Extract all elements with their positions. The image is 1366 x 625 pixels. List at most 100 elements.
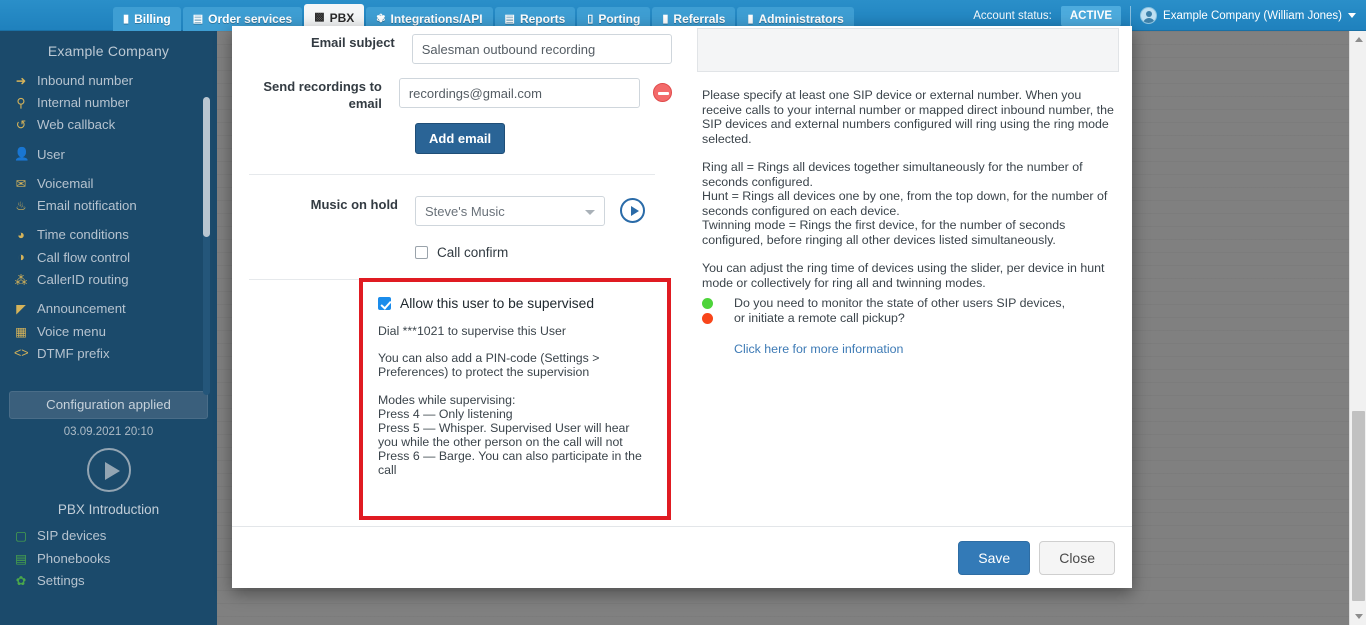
user-menu[interactable]: Example Company (William Jones) bbox=[1140, 7, 1356, 24]
sidebar-item-label: Time conditions bbox=[37, 227, 129, 243]
supervision-modes-heading: Modes while supervising: bbox=[378, 393, 516, 407]
page-scrollbar[interactable] bbox=[1349, 31, 1366, 625]
tab-label: Order services bbox=[208, 12, 293, 26]
call-confirm-group: Call confirm bbox=[415, 245, 508, 260]
supervision-mode-5: Press 5 — Whisper. Supervised User will … bbox=[378, 421, 630, 449]
sidebar-item-dtmf-prefix[interactable]: <> DTMF prefix bbox=[14, 342, 217, 364]
account-status-label: Account status: bbox=[973, 9, 1052, 22]
info-paragraph-2-line1: Ring all = Rings all devices together si… bbox=[702, 160, 1083, 189]
user-name-label: Example Company (William Jones) bbox=[1163, 9, 1342, 22]
call-confirm-row: Call confirm bbox=[232, 226, 672, 260]
status-badge: ACTIVE bbox=[1060, 5, 1122, 26]
remove-email-icon[interactable] bbox=[653, 83, 672, 102]
user-icon: 👤 bbox=[14, 146, 30, 161]
configuration-applied-button[interactable]: Configuration applied bbox=[9, 390, 208, 419]
avatar bbox=[1140, 7, 1158, 24]
send-recordings-email-input[interactable] bbox=[398, 78, 640, 108]
scroll-down-arrow[interactable] bbox=[1350, 608, 1366, 625]
bell-icon: ♨ bbox=[15, 199, 27, 214]
sidebar-item-callerid-routing[interactable]: ⁂ CallerID routing bbox=[14, 268, 217, 290]
play-video-button[interactable] bbox=[86, 447, 131, 492]
dialog-footer: Save Close bbox=[232, 526, 1132, 588]
chevron-up-icon bbox=[1354, 37, 1363, 42]
sidebar-item-label: Settings bbox=[37, 572, 85, 588]
monitor-line-2: or initiate a remote call pickup? bbox=[734, 310, 905, 325]
person-icon: ▮ bbox=[747, 12, 754, 25]
sidebar-item-label: Web callback bbox=[37, 117, 116, 133]
sidebar-scrollbar[interactable] bbox=[203, 97, 210, 395]
sidebar-item-sip-devices[interactable]: ▢ SIP devices bbox=[14, 525, 217, 547]
divider bbox=[1130, 5, 1132, 26]
book-icon: ▤ bbox=[15, 551, 27, 566]
tab-label: Billing bbox=[134, 12, 171, 26]
add-email-button[interactable]: Add email bbox=[415, 123, 506, 154]
sidebar-item-label: Call flow control bbox=[37, 249, 131, 265]
cart-icon: ▤ bbox=[192, 12, 204, 25]
supervision-mode-6: Press 6 — Barge. You can also participat… bbox=[378, 449, 642, 477]
user-settings-dialog: Email subject Send recordings to email A… bbox=[232, 26, 1132, 588]
report-icon: ▤ bbox=[504, 12, 515, 25]
tab-label: PBX bbox=[329, 10, 355, 25]
send-recordings-label: Send recordings to email bbox=[232, 78, 399, 112]
add-email-row: Add email bbox=[232, 112, 672, 154]
sidebar-item-label: Voicemail bbox=[37, 175, 94, 191]
monitor-text-block: Do you need to monitor the state of othe… bbox=[734, 296, 1124, 358]
page-scrollbar-thumb[interactable] bbox=[1352, 411, 1365, 601]
supervision-checkbox-group: Allow this user to be supervised bbox=[378, 296, 649, 311]
call-confirm-checkbox[interactable] bbox=[415, 246, 428, 259]
lock-icon: ▮ bbox=[662, 12, 669, 25]
supervision-mode-4: Press 4 — Only listening bbox=[378, 407, 513, 421]
supervision-pin-text: You can also add a PIN-code (Settings > … bbox=[378, 351, 600, 379]
music-on-hold-select[interactable]: Steve's Music bbox=[415, 196, 605, 226]
info-gray-panel bbox=[697, 28, 1119, 72]
sidebar-item-internal-number[interactable]: ⚲ Internal number bbox=[14, 91, 217, 113]
scroll-up-arrow[interactable] bbox=[1350, 31, 1366, 48]
sidebar-nav-secondary: ▢ SIP devices ▤ Phonebooks ✿ Settings bbox=[0, 525, 217, 592]
allow-supervision-checkbox[interactable] bbox=[378, 297, 391, 310]
clock-icon: ◕ bbox=[17, 227, 25, 242]
email-subject-input[interactable] bbox=[411, 34, 672, 64]
sidebar-item-voice-menu[interactable]: ▦ Voice menu bbox=[14, 320, 217, 342]
toggle-icon: ◑ bbox=[17, 250, 25, 265]
info-text-block: Please specify at least one SIP device o… bbox=[702, 88, 1120, 290]
tab-label: Referrals bbox=[673, 12, 726, 26]
chevron-down-icon bbox=[585, 210, 595, 215]
sidebar-item-label: SIP devices bbox=[37, 528, 107, 544]
close-button[interactable]: Close bbox=[1039, 541, 1115, 575]
gear-icon: ✾ bbox=[376, 12, 386, 25]
sidebar-item-phonebooks[interactable]: ▤ Phonebooks bbox=[14, 547, 217, 569]
status-dots bbox=[702, 298, 713, 328]
play-music-button[interactable] bbox=[620, 198, 645, 223]
tab-label: Administrators bbox=[758, 12, 844, 26]
sidebar-item-announcement[interactable]: ◤ Announcement bbox=[14, 298, 217, 320]
email-subject-row: Email subject bbox=[232, 26, 672, 64]
sidebar-item-call-flow-control[interactable]: ◑ Call flow control bbox=[14, 246, 217, 268]
monitor-icon: ▢ bbox=[15, 529, 27, 544]
undo-icon: ↺ bbox=[15, 118, 27, 133]
sidebar-item-time-conditions[interactable]: ◕ Time conditions bbox=[14, 224, 217, 246]
sidebar-scrollbar-thumb[interactable] bbox=[203, 97, 210, 237]
music-on-hold-row: Music on hold Steve's Music bbox=[232, 175, 672, 226]
tab-label: Integrations/API bbox=[390, 12, 483, 26]
music-on-hold-value: Steve's Music bbox=[425, 203, 505, 219]
code-icon: <> bbox=[14, 346, 29, 361]
dialog-body: Email subject Send recordings to email A… bbox=[232, 26, 1132, 526]
save-button[interactable]: Save bbox=[958, 541, 1031, 575]
sidebar-item-settings[interactable]: ✿ Settings bbox=[14, 569, 217, 591]
sidebar-item-inbound-number[interactable]: ➜ Inbound number bbox=[14, 69, 217, 91]
sidebar-item-web-callback[interactable]: ↺ Web callback bbox=[14, 114, 217, 136]
supervision-highlight-box: Allow this user to be supervised Dial **… bbox=[359, 278, 671, 520]
sidebar-item-email-notification[interactable]: ♨ Email notification bbox=[14, 194, 217, 216]
info-paragraph-2-line3: Twinning mode = Rings the first device, … bbox=[702, 218, 1066, 247]
gear-icon: ✿ bbox=[15, 573, 27, 588]
more-information-link[interactable]: Click here for more information bbox=[734, 342, 903, 356]
sidebar-item-voicemail[interactable]: ✉ Voicemail bbox=[14, 172, 217, 194]
map-pin-icon: ⚲ bbox=[16, 95, 26, 110]
sidebar-item-user[interactable]: 👤 User bbox=[14, 143, 217, 165]
tab-billing[interactable]: ▮ Billing bbox=[113, 7, 181, 31]
call-confirm-label: Call confirm bbox=[437, 245, 509, 260]
left-sidebar: Example Company ➜ Inbound number ⚲ Inter… bbox=[0, 31, 217, 625]
